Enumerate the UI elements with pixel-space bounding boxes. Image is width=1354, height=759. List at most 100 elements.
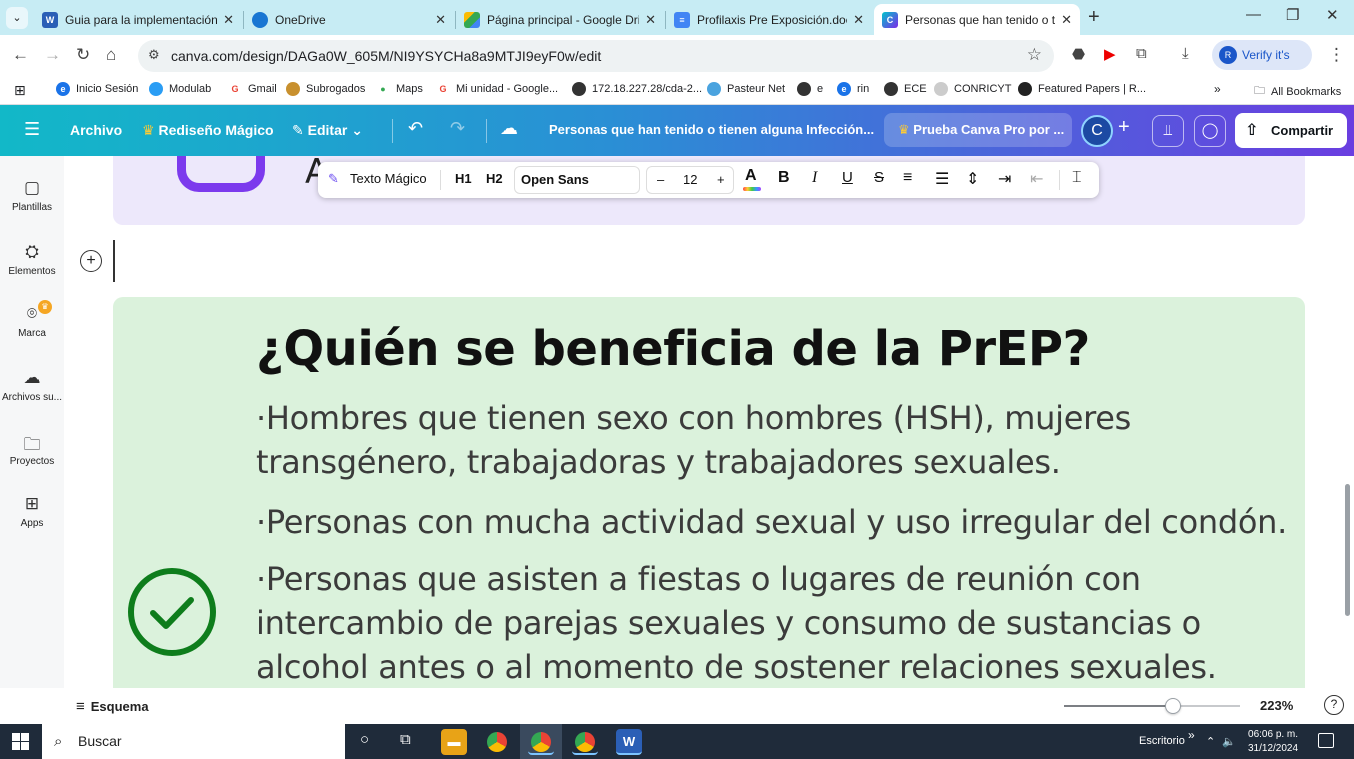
indent-decrease-icon[interactable]: ⇤ [1030,169,1043,189]
browser-tab[interactable]: Página principal - Google Drive ✕ [456,4,664,35]
archivo-menu[interactable]: Archivo [70,122,122,138]
file-explorer-icon[interactable]: ▬ [441,729,467,755]
sidebar-item-brand[interactable]: ♛ ⌾ Marca [0,300,64,339]
magic-resize-button[interactable]: ♛ Rediseño Mágico [142,122,274,139]
browser-menu-icon[interactable]: ⋮ [1328,45,1345,65]
bookmark-item[interactable]: ● Maps [376,82,423,96]
bookmark-item[interactable]: e rin [837,82,869,96]
download-icon[interactable]: ⤓ [1182,45,1189,62]
notification-icon[interactable] [1318,733,1334,748]
desktop-label[interactable]: Escritorio [1139,735,1185,747]
underline-icon[interactable]: U [842,169,853,186]
close-tab-icon[interactable]: ✕ [435,12,446,28]
checkmark-circle-icon[interactable] [127,567,217,657]
heading2-button[interactable]: H2 [486,171,503,186]
font-size-value[interactable]: 12 [683,172,697,187]
extension-icon[interactable]: ⬣ [1072,45,1085,63]
sidebar-item-templates[interactable]: ▢ Plantillas [0,178,64,213]
bookmark-item[interactable]: Modulab [149,82,211,96]
all-bookmarks[interactable]: 🗀 All Bookmarks [1254,82,1341,101]
reload-icon[interactable]: ↻ [76,45,90,65]
magic-text-button[interactable]: Texto Mágico [350,171,427,186]
puzzle-extensions-icon[interactable]: ⧉ [1136,45,1147,62]
browser-tab-active[interactable]: C Personas que han tenido o tien ✕ [874,4,1080,35]
italic-icon[interactable]: I [812,169,817,187]
bookmark-item[interactable]: Featured Papers | R... [1018,82,1146,96]
line-spacing-icon[interactable]: ⇕ [966,169,979,189]
close-window-button[interactable]: ✕ [1326,6,1339,24]
zoom-slider-handle[interactable] [1165,698,1182,714]
close-tab-icon[interactable]: ✕ [223,12,234,28]
indent-increase-icon[interactable]: ⇥ [998,169,1011,189]
bookmark-item[interactable]: 172.18.227.28/cda-2... [572,82,702,96]
paragraph-item[interactable]: ·Personas que asisten a fiestas o lugare… [256,557,1296,688]
text-color-icon[interactable]: A [745,167,757,185]
purple-sticker-shape[interactable] [177,156,265,192]
redo-icon[interactable]: ↷ [450,118,465,139]
bullet-list-icon[interactable]: ☰ [935,169,949,189]
omnibox[interactable]: ⚙ canva.com/design/DAGa0W_605M/NI9YSYCHa… [138,40,1054,72]
browser-tab[interactable]: W Guia para la implementación de ✕ [34,4,242,35]
bookmark-item[interactable]: e Inicio Sesión [56,82,138,96]
undo-icon[interactable]: ↶ [408,118,423,139]
zoom-percentage[interactable]: 223% [1260,698,1293,713]
bookmark-star-icon[interactable]: ☆ [1027,45,1042,65]
heading1-button[interactable]: H1 [455,171,472,186]
chrome-profile-r-icon[interactable] [528,729,554,755]
bookmark-item[interactable]: ECE [884,82,927,96]
format-painter-icon[interactable]: ⌶ [1072,169,1082,187]
edit-mode-button[interactable]: ✎ Editar ⌄ [292,122,363,139]
align-left-icon[interactable]: ≡ [903,169,912,187]
youtube-extension-icon[interactable]: ▶ [1104,45,1116,63]
close-tab-icon[interactable]: ✕ [853,12,864,28]
task-view-icon[interactable]: ⧉ [400,731,411,748]
back-icon[interactable]: ← [12,45,29,65]
insights-chart-button[interactable]: ⫫ [1152,115,1184,147]
comments-button[interactable]: ◯ [1194,115,1226,147]
hamburger-menu-icon[interactable]: ☰ [24,119,40,140]
browser-tab[interactable]: OneDrive ✕ [244,4,454,35]
paragraph-item[interactable]: ·Hombres que tienen sexo con hombres (HS… [256,396,1296,484]
sidebar-item-uploads[interactable]: ☁ Archivos su... [0,368,64,403]
apps-grid-icon[interactable]: ⊞ [14,82,26,99]
tray-chevron-icon[interactable]: ⌃ [1206,735,1215,748]
restore-button[interactable]: ❐ [1286,6,1299,24]
volume-icon[interactable]: 🔈 [1222,735,1236,748]
word-taskbar-icon[interactable]: W [616,729,642,755]
design-canvas[interactable]: Agreg + ¿Quién se beneficia de la PrEP? … [64,156,1354,688]
bookmark-item[interactable]: Subrogados [286,82,365,96]
document-title[interactable]: Personas que han tenido o tienen alguna … [549,122,874,137]
bookmark-item[interactable]: G Mi unidad - Google... [436,82,558,96]
canva-pro-trial-button[interactable]: ♛ Prueba Canva Pro por ... [884,113,1072,147]
taskbar-search-input[interactable]: ⌕ Buscar [42,724,345,759]
url-text[interactable]: canva.com/design/DAGa0W_605M/NI9YSYCHa8a… [171,48,601,64]
taskbar-clock[interactable]: 06:06 p. m. 31/12/2024 [1248,728,1298,756]
minimize-button[interactable]: — [1246,6,1261,23]
cloud-save-icon[interactable]: ☁ [500,118,518,139]
canvas-scrollbar[interactable] [1345,484,1350,616]
strikethrough-icon[interactable]: S [874,169,884,186]
font-family-dropdown[interactable]: Open Sans [514,166,640,194]
tray-overflow-icon[interactable]: » [1188,728,1195,742]
verify-profile-button[interactable]: R Verify it's you [1212,40,1312,92]
chrome-profile-c-icon[interactable] [572,729,598,755]
bookmark-item[interactable]: Pasteur Net [707,82,785,96]
new-tab-button[interactable]: + [1088,6,1100,29]
add-collaborator-icon[interactable]: + [1118,116,1130,139]
chrome-icon[interactable] [484,729,510,755]
sidebar-item-elements[interactable]: ⛭ Elementos [0,242,64,277]
bookmark-item[interactable]: e [797,82,823,96]
more-bookmarks-icon[interactable]: » [1214,82,1221,96]
bold-icon[interactable]: B [778,169,790,187]
bookmark-item[interactable]: CONRICYT [934,82,1011,96]
close-tab-icon[interactable]: ✕ [1061,12,1072,28]
windows-start-icon[interactable] [12,733,29,750]
sidebar-item-projects[interactable]: 🗀 Proyectos [0,432,64,467]
decrease-size-button[interactable]: – [657,172,664,187]
browser-tab[interactable]: ≡ Profilaxis Pre Exposición.docx - ✕ [666,4,872,35]
cortana-icon[interactable]: ○ [360,731,369,748]
avatar[interactable]: C [1081,115,1113,147]
outline-button[interactable]: ≡ Esquema [76,698,149,715]
forward-icon[interactable]: → [44,45,61,65]
bookmark-item[interactable]: G Gmail [228,82,277,96]
